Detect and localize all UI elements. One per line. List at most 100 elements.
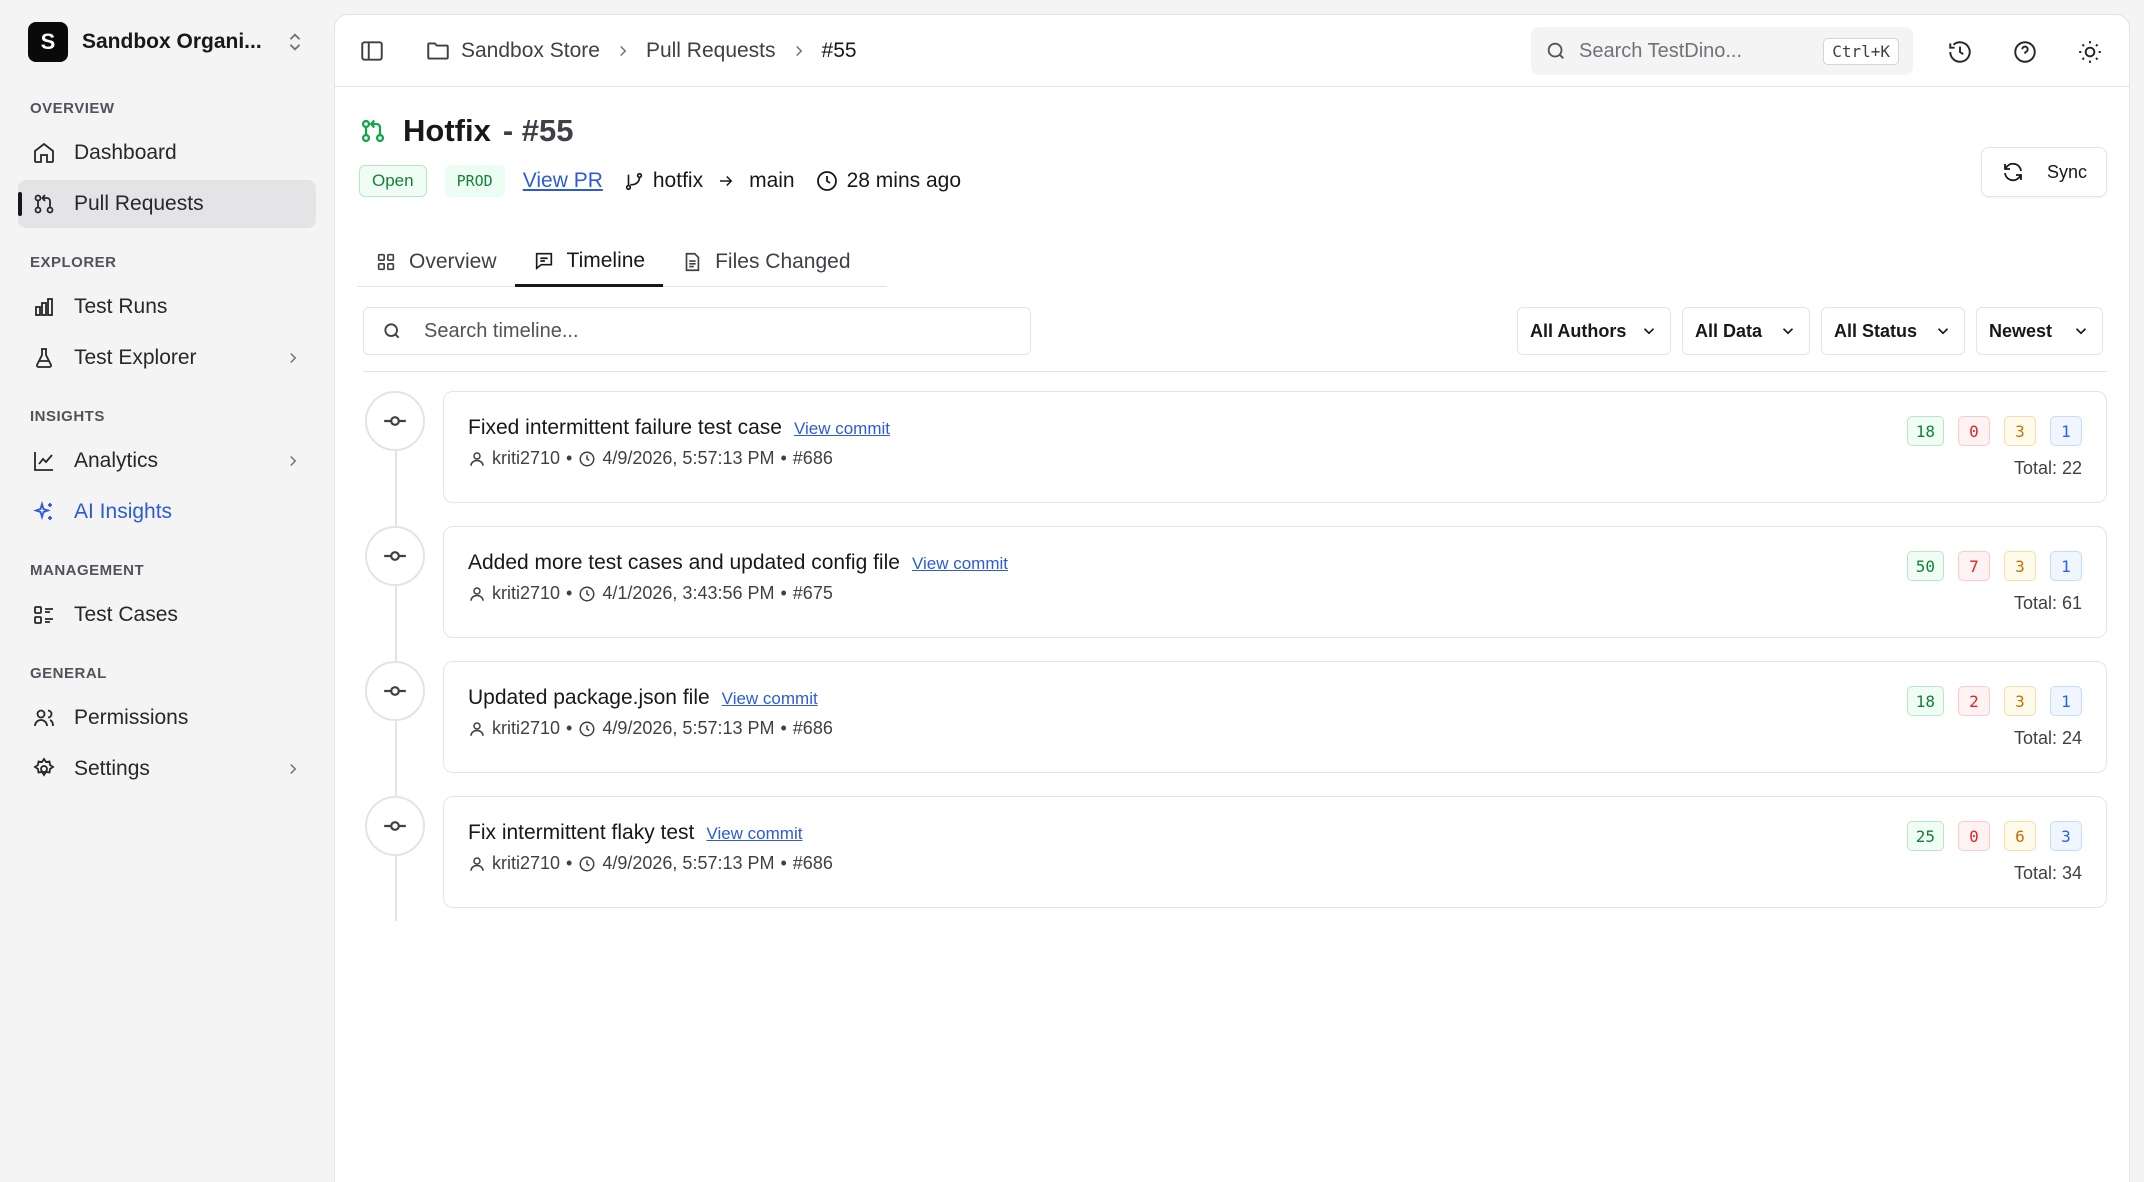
breadcrumb: Sandbox Store Pull Requests #55 bbox=[425, 38, 857, 64]
sort-order[interactable]: Newest bbox=[1976, 307, 2103, 355]
view-pr-link[interactable]: View PR bbox=[523, 169, 603, 193]
skipped-count: 3 bbox=[2050, 821, 2082, 851]
chevron-right-icon bbox=[620, 45, 627, 56]
clock-icon bbox=[579, 856, 595, 871]
commit-author: kriti2710 bbox=[492, 448, 561, 468]
failed-count: 2 bbox=[1958, 686, 1990, 716]
total-count: Total: 61 bbox=[2013, 593, 2082, 613]
total-count: Total: 34 bbox=[2013, 863, 2082, 883]
sidebar: S Sandbox Organi... OVERVIEW Dashboard P… bbox=[0, 0, 334, 1182]
breadcrumb-pull-requests[interactable]: Pull Requests bbox=[646, 39, 776, 63]
sidebar-item-label: Test Cases bbox=[74, 603, 178, 626]
commit-author: kriti2710 bbox=[492, 853, 561, 873]
org-switcher[interactable]: S Sandbox Organi... bbox=[18, 20, 316, 64]
line-chart-icon bbox=[34, 452, 53, 471]
tab-timeline[interactable]: Timeline bbox=[514, 237, 664, 287]
pull-request-icon bbox=[361, 119, 385, 143]
sidebar-item-analytics[interactable]: Analytics bbox=[18, 437, 316, 485]
commit-run: #686 bbox=[792, 853, 833, 873]
sidebar-item-ai-insights[interactable]: AI Insights bbox=[18, 488, 316, 536]
tab-label: Timeline bbox=[566, 248, 646, 272]
clock-icon bbox=[579, 451, 595, 466]
commit-datetime: 4/9/2026, 5:57:13 PM bbox=[602, 448, 775, 468]
chevron-down-icon bbox=[2075, 328, 2087, 335]
filter-label: All Status bbox=[1834, 320, 1918, 341]
breadcrumb-store[interactable]: Sandbox Store bbox=[461, 39, 600, 63]
passed-count: 18 bbox=[1906, 416, 1944, 446]
commit-author: kriti2710 bbox=[492, 583, 561, 603]
sidebar-toggle-icon[interactable] bbox=[359, 38, 385, 64]
sidebar-item-permissions[interactable]: Permissions bbox=[18, 694, 316, 742]
sidebar-item-test-explorer[interactable]: Test Explorer bbox=[18, 334, 316, 382]
pr-number: - #55 bbox=[502, 113, 574, 148]
history-icon[interactable] bbox=[1947, 39, 1973, 65]
commit-card: Fix intermittent flaky test View commit k… bbox=[443, 796, 2107, 908]
commit-title: Updated package.json file bbox=[468, 686, 710, 709]
pull-request-icon bbox=[34, 194, 54, 214]
sidebar-item-test-cases[interactable]: Test Cases bbox=[18, 591, 316, 639]
tab-label: Overview bbox=[409, 250, 497, 273]
chevron-right-icon bbox=[795, 45, 802, 56]
message-square-icon bbox=[535, 252, 552, 270]
commit-run: #686 bbox=[792, 448, 833, 468]
sidebar-item-pull-requests[interactable]: Pull Requests bbox=[18, 180, 316, 228]
filter-status[interactable]: All Status bbox=[1821, 307, 1965, 355]
failed-count: 0 bbox=[1958, 416, 1990, 446]
total-count: Total: 24 bbox=[2013, 728, 2082, 748]
folder-icon bbox=[427, 41, 449, 60]
filter-data[interactable]: All Data bbox=[1682, 307, 1810, 355]
breadcrumb-current: #55 bbox=[821, 38, 857, 62]
commit-datetime: 4/1/2026, 3:43:56 PM bbox=[602, 583, 775, 603]
arrow-right-icon bbox=[720, 175, 733, 187]
tab-files-changed[interactable]: Files Changed bbox=[663, 237, 868, 287]
sidebar-item-test-runs[interactable]: Test Runs bbox=[18, 283, 316, 331]
pr-tabs: Overview Timeline Files Changed bbox=[357, 237, 887, 287]
chevron-right-icon bbox=[290, 763, 297, 775]
sync-button[interactable]: Sync bbox=[1981, 147, 2107, 197]
tab-overview[interactable]: Overview bbox=[357, 237, 515, 287]
home-icon bbox=[34, 142, 54, 163]
filter-label: Newest bbox=[1989, 320, 2053, 341]
view-commit-link[interactable]: View commit bbox=[722, 689, 818, 709]
user-icon bbox=[470, 721, 484, 736]
chevron-down-icon bbox=[1643, 328, 1655, 335]
commit-title: Fixed intermittent failure test case bbox=[468, 416, 782, 439]
sun-icon[interactable] bbox=[2077, 39, 2103, 65]
chevron-up-down-icon bbox=[289, 33, 301, 51]
timeline-search-input[interactable]: Search timeline... bbox=[363, 307, 1031, 355]
filter-authors[interactable]: All Authors bbox=[1517, 307, 1671, 355]
view-commit-link[interactable]: View commit bbox=[912, 554, 1008, 574]
git-commit-icon bbox=[384, 416, 406, 426]
view-commit-link[interactable]: View commit bbox=[794, 419, 890, 439]
passed-count: 50 bbox=[1906, 551, 1944, 581]
view-commit-link[interactable]: View commit bbox=[706, 824, 802, 844]
flaky-count: 3 bbox=[2004, 416, 2036, 446]
commit-node bbox=[365, 661, 425, 721]
filter-label: All Authors bbox=[1530, 320, 1627, 341]
org-name: Sandbox Organi... bbox=[82, 30, 262, 53]
skipped-count: 1 bbox=[2050, 416, 2082, 446]
sidebar-item-dashboard[interactable]: Dashboard bbox=[18, 129, 316, 177]
sidebar-item-label: Test Runs bbox=[74, 295, 168, 318]
pr-title-row: Hotfix - #55 bbox=[359, 113, 574, 149]
clock-icon bbox=[816, 171, 837, 191]
global-search[interactable]: Search TestDino... Ctrl+K bbox=[1531, 27, 1913, 75]
sidebar-item-settings[interactable]: Settings bbox=[18, 745, 316, 793]
list-check-icon bbox=[34, 606, 53, 624]
commit-card: Fixed intermittent failure test case View… bbox=[443, 391, 2107, 503]
nav-section-explorer: EXPLORER bbox=[30, 254, 117, 271]
search-icon bbox=[384, 323, 400, 339]
sidebar-item-label: Dashboard bbox=[74, 141, 177, 164]
failed-count: 7 bbox=[1958, 551, 1990, 581]
sidebar-item-label: AI Insights bbox=[74, 500, 173, 523]
source-branch: hotfix bbox=[652, 169, 704, 192]
grid-icon bbox=[377, 253, 395, 271]
commit-node bbox=[365, 526, 425, 586]
commit-title: Added more test cases and updated config… bbox=[468, 551, 900, 574]
bar-chart-icon bbox=[35, 298, 53, 316]
org-avatar: S bbox=[28, 22, 68, 62]
filter-label: All Data bbox=[1695, 320, 1763, 341]
git-branch-icon bbox=[625, 172, 643, 191]
help-icon[interactable] bbox=[2012, 39, 2038, 65]
main-panel: Sandbox Store Pull Requests #55 Search T… bbox=[334, 14, 2130, 1182]
